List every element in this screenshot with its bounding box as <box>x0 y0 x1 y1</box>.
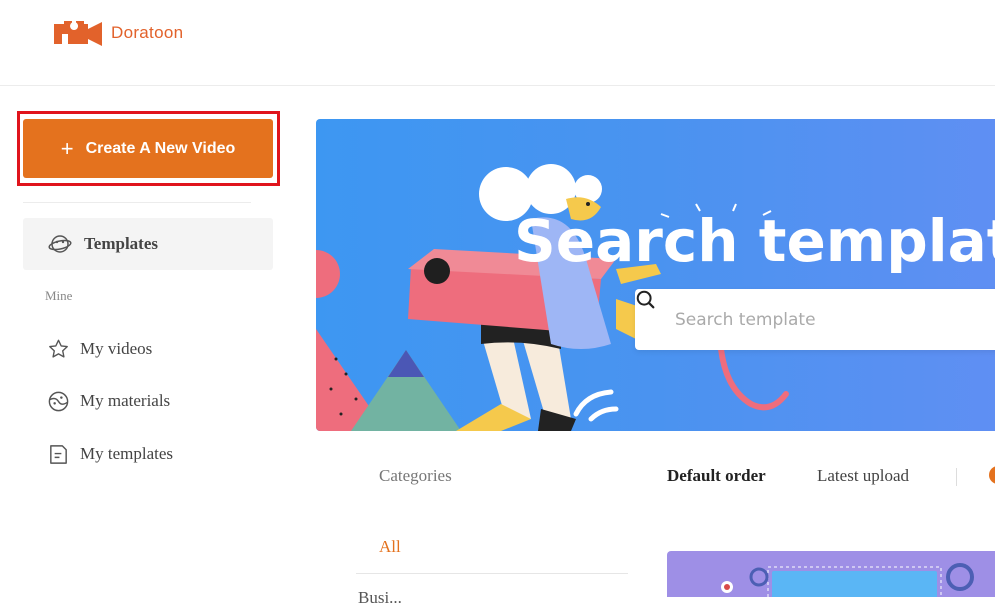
filter-toggle-icon[interactable] <box>989 466 995 484</box>
search-icon <box>636 290 655 309</box>
search-banner: Search template t <box>316 119 995 431</box>
top-bar: Doratoon <box>0 0 995 86</box>
template-thumbnail[interactable] <box>667 551 995 597</box>
sidebar-item-templates-label: Templates <box>84 234 158 253</box>
category-business[interactable]: Busi... <box>358 588 402 608</box>
sidebar-item-my-videos[interactable]: My videos <box>47 334 152 364</box>
star-outline-icon <box>49 339 68 358</box>
template-thumbnail-art <box>721 563 974 597</box>
category-divider <box>356 573 628 574</box>
sidebar-item-my-templates-label: My templates <box>80 444 174 463</box>
sidebar: + Create A New Video Templates Mine My v… <box>0 87 300 597</box>
sidebar-item-my-videos-label: My videos <box>80 339 153 358</box>
sidebar-item-my-templates[interactable]: My templates <box>47 439 173 469</box>
doratoon-logo-icon <box>54 21 102 46</box>
sidebar-item-my-materials[interactable]: My materials <box>47 386 170 416</box>
planet-icon <box>48 235 72 253</box>
template-search-input[interactable] <box>675 309 975 330</box>
sort-latest-upload[interactable]: Latest upload <box>817 466 909 486</box>
sidebar-divider <box>23 202 251 203</box>
sidebar-item-my-materials-label: My materials <box>80 391 171 410</box>
create-new-video-button[interactable]: + Create A New Video <box>23 119 273 178</box>
banner-illustration <box>316 164 789 431</box>
globe-face-icon <box>48 391 69 411</box>
category-all[interactable]: All <box>379 537 401 557</box>
template-search-box[interactable] <box>635 289 995 350</box>
plus-icon: + <box>60 135 74 161</box>
banner-title: Search template t <box>514 207 995 275</box>
create-new-video-label: Create A New Video <box>85 139 236 157</box>
document-icon <box>50 444 67 464</box>
categories-title: Categories <box>379 466 452 485</box>
section-label-mine: Mine <box>45 288 73 303</box>
sort-divider <box>956 468 957 486</box>
app-name: Doratoon <box>111 23 184 42</box>
sidebar-item-templates[interactable]: Templates <box>23 218 273 270</box>
doratoon-logo[interactable]: Doratoon <box>50 16 183 50</box>
sort-default-order[interactable]: Default order <box>667 466 766 486</box>
